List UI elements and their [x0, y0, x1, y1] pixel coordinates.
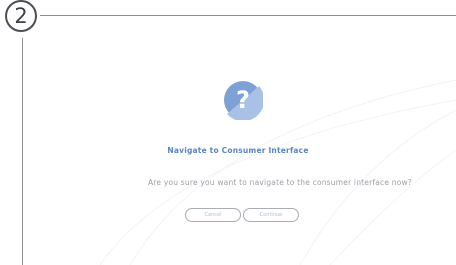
- step-number-badge: 2: [5, 0, 37, 32]
- continue-button[interactable]: Continue: [243, 208, 299, 222]
- step-number: 2: [14, 3, 28, 28]
- frame-top-line: [40, 15, 456, 16]
- background-arcs: [99, 79, 456, 265]
- cancel-button[interactable]: Cancel: [185, 208, 241, 222]
- svg-text:?: ?: [236, 86, 250, 114]
- screenshot-stage: 2 ? Navigate to Consumer Interface Are y…: [0, 0, 456, 265]
- dialog-title: Navigate to Consumer Interface: [167, 146, 309, 155]
- question-mark-icon: ?: [224, 81, 263, 120]
- dialog-message: Are you sure you want to navigate to the…: [147, 178, 413, 187]
